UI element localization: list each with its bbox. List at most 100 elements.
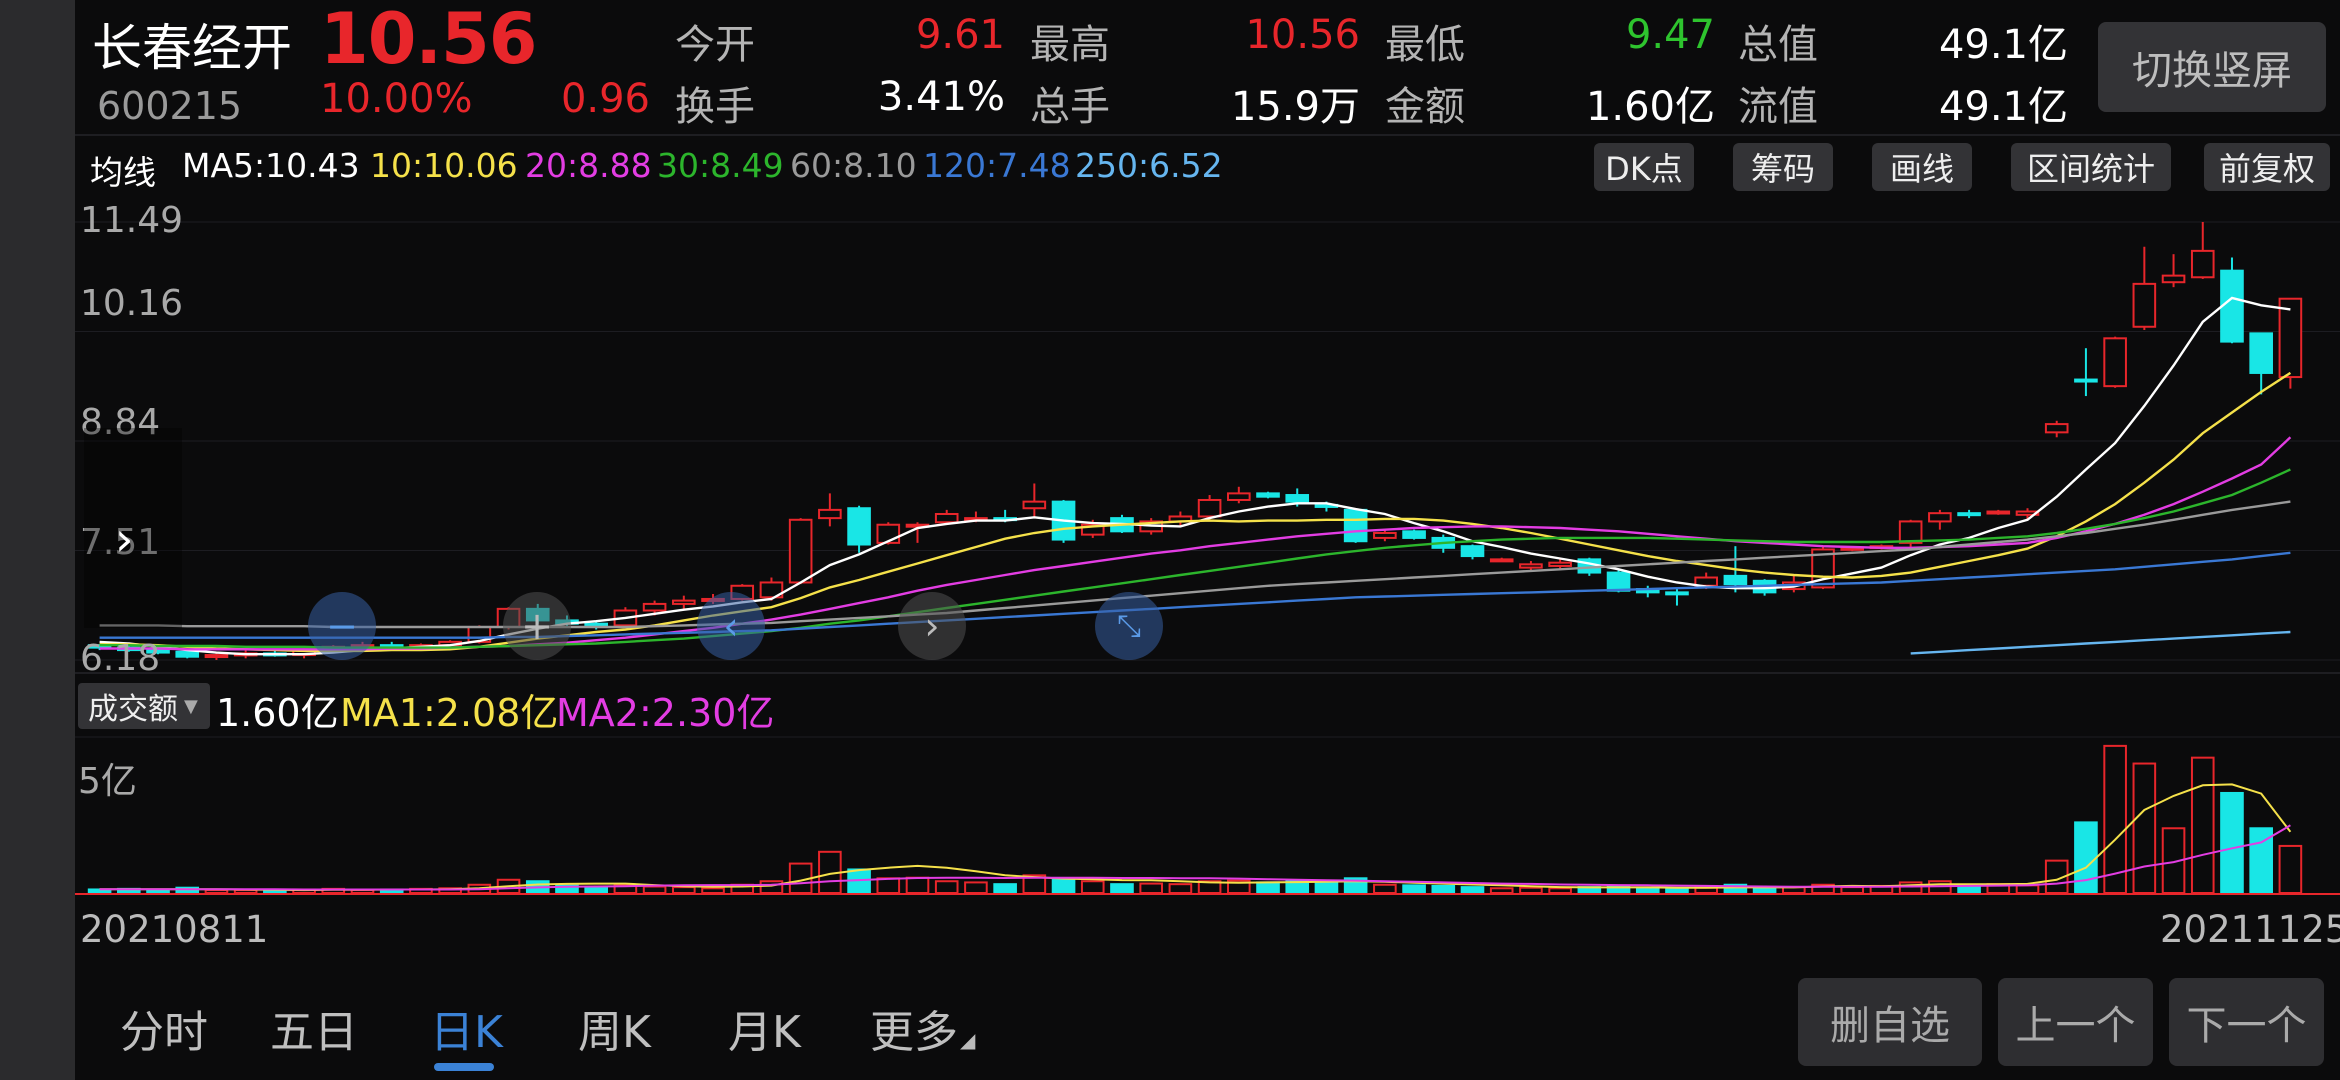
volume-bar [2074, 821, 2098, 894]
stat-label-float-cap: 流值 [1738, 84, 1818, 130]
stat-label-high: 最高 [1030, 22, 1110, 68]
x-start-date: 20210811 [80, 908, 269, 951]
candle [818, 493, 842, 527]
volume-bar [642, 885, 667, 894]
volume-bar [964, 881, 988, 895]
candle [1373, 530, 1397, 542]
volume-bar [1110, 883, 1134, 895]
volume-bar [1752, 887, 1777, 895]
candle [1635, 585, 1660, 598]
candle [2103, 336, 2127, 388]
volume-indicator-label: 成交额 [88, 692, 178, 727]
ma-line-ma5 [99, 296, 2291, 656]
x-end-date: 20211125 [2160, 908, 2340, 951]
volume-bar [1373, 883, 1397, 894]
volume-y-tick: 5亿 [78, 761, 137, 802]
interval-stats-button[interactable]: 区间统计 [2011, 143, 2171, 191]
volume-bar [993, 883, 1017, 895]
volume-bar [1840, 886, 1865, 895]
dk-point-button[interactable]: DK点 [1594, 143, 1694, 191]
tab-intraday[interactable]: 分时 [120, 996, 208, 1060]
zoom-in-icon[interactable]: + [503, 592, 571, 660]
zoom-out-icon[interactable]: − [308, 592, 376, 660]
volume-bar [1256, 881, 1280, 895]
reset-zoom-icon[interactable]: ⤡ [1095, 592, 1163, 660]
candle [2278, 297, 2303, 389]
volume-bar [1051, 877, 1076, 895]
candle [1811, 546, 1835, 590]
change-amount: 0.96 [560, 76, 650, 122]
stat-label-low: 最低 [1385, 22, 1465, 68]
draw-line-button[interactable]: 画线 [1872, 143, 1972, 191]
kline-chart[interactable] [75, 198, 2340, 674]
scroll-left-icon[interactable]: ‹ [697, 592, 765, 660]
stat-value-high: 10.56 [1245, 12, 1360, 58]
volume-bar [1431, 884, 1456, 894]
change-percent: 10.00% [320, 76, 473, 122]
volume-bar [2132, 762, 2157, 894]
stat-value-open: 9.61 [915, 12, 1005, 58]
volume-ma2: MA2:2.30亿 [556, 691, 775, 735]
volume-bar [204, 889, 229, 895]
next-stock-button[interactable]: 下一个 [2169, 978, 2324, 1066]
expand-right-icon[interactable]: › [115, 512, 133, 566]
remove-watchlist-button[interactable]: 删自选 [1798, 978, 1982, 1066]
volume-bar [263, 889, 287, 894]
tab-daily-k[interactable]: 日K [430, 996, 503, 1060]
ma20-value: 20:8.88 [525, 146, 652, 185]
volume-bar [1402, 884, 1426, 895]
forward-adjust-button[interactable]: 前复权 [2204, 143, 2330, 191]
stat-label-open: 今开 [675, 22, 755, 68]
volume-chart[interactable] [75, 735, 2340, 897]
candle [847, 505, 871, 553]
tab-five-day[interactable]: 五日 [270, 996, 358, 1060]
ma60-value: 60:8.10 [790, 146, 917, 185]
candle [788, 518, 813, 585]
scroll-right-icon[interactable]: › [898, 592, 966, 660]
stock-code: 600215 [97, 84, 243, 128]
ma-title: 均线 [90, 153, 156, 192]
stat-value-volume: 15.9万 [1230, 84, 1360, 130]
tab-weekly-k[interactable]: 周K [578, 996, 651, 1060]
volume-bar [1139, 882, 1163, 894]
volume-bar [759, 880, 784, 895]
switch-portrait-button[interactable]: 切换竖屏 [2098, 22, 2326, 112]
ma5-value: MA5:10.43 [182, 146, 360, 185]
volume-bar [584, 886, 608, 895]
left-edge-bar [0, 0, 75, 1080]
volume-bar [2015, 884, 2040, 895]
volume-bar [1898, 881, 1923, 895]
volume-bar [876, 877, 901, 895]
stock-name: 长春经开 [92, 19, 292, 77]
tab-monthly-k[interactable]: 月K [728, 996, 801, 1060]
ma-line-ma20 [99, 436, 2292, 651]
volume-bar [2220, 791, 2244, 894]
candle [2161, 254, 2186, 288]
chips-button[interactable]: 筹码 [1733, 143, 1833, 191]
volume-bar [672, 886, 696, 895]
tab-more[interactable]: 更多 [870, 996, 958, 1060]
y-tick-label: 10.16 [80, 283, 184, 324]
volume-ma1-line [99, 783, 2292, 892]
candle [2132, 246, 2157, 331]
candle [2249, 332, 2273, 395]
previous-stock-button[interactable]: 上一个 [1998, 978, 2153, 1066]
volume-ma1: MA1:2.08亿 [340, 691, 559, 735]
ma-line-ma250 [1910, 630, 2291, 655]
candle [1022, 483, 1047, 519]
volume-bar [2278, 844, 2303, 895]
volume-bar [1665, 887, 1689, 894]
volume-bar [1489, 887, 1514, 895]
candle [1460, 544, 1485, 560]
ma-line-ma120 [99, 551, 2291, 639]
ma10-value: 10:10.06 [370, 146, 518, 185]
dropdown-triangle-icon: ▼ [184, 695, 198, 717]
stat-value-total-cap: 49.1亿 [1938, 22, 2068, 68]
stat-value-low: 9.47 [1625, 12, 1715, 58]
candle [204, 653, 229, 660]
volume-indicator-select[interactable]: 成交额 ▼ [78, 683, 210, 729]
volume-bar [905, 876, 930, 894]
candle [1402, 529, 1426, 540]
ma-line-ma10 [99, 371, 2292, 653]
candle [1665, 589, 1689, 606]
